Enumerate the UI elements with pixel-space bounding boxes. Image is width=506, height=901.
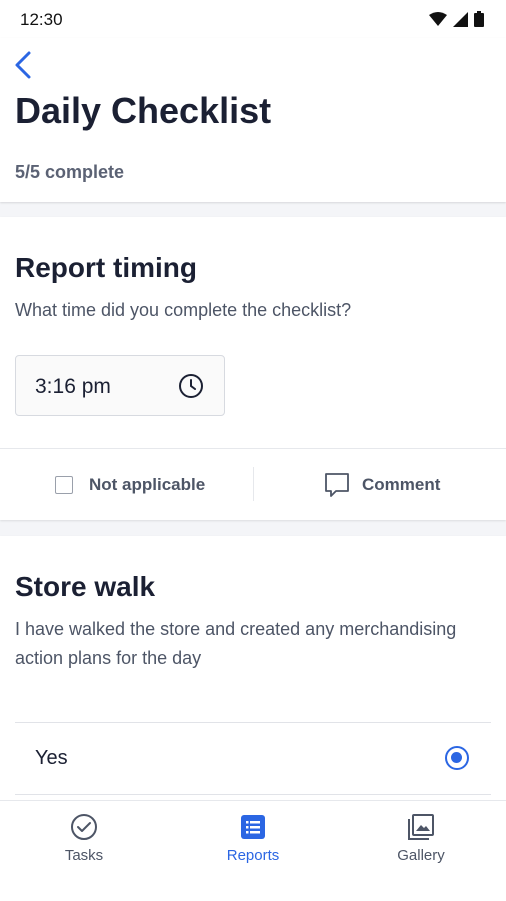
- option-yes[interactable]: Yes: [15, 722, 491, 795]
- clock-icon: [179, 374, 203, 398]
- status-icons: [429, 11, 484, 27]
- gallery-icon: [408, 814, 434, 840]
- time-input[interactable]: 3:16 pm: [15, 355, 225, 416]
- nav-reports-label: Reports: [226, 847, 280, 864]
- report-timing-card: Report timing What time did you complete…: [0, 217, 506, 520]
- battery-icon: [474, 11, 484, 27]
- store-walk-description: I have walked the store and created any …: [15, 619, 457, 668]
- radio-selected-icon: [445, 746, 469, 770]
- nav-reports[interactable]: Reports: [193, 813, 313, 864]
- progress-text: 5/5 complete: [15, 162, 125, 182]
- store-walk-title: Store walk: [15, 571, 156, 602]
- page-title: Daily Checklist: [15, 90, 272, 131]
- time-value: 3:16 pm: [35, 375, 111, 398]
- not-applicable-checkbox[interactable]: Not applicable: [55, 449, 205, 520]
- chevron-left-icon: [15, 51, 31, 79]
- not-applicable-label: Not applicable: [89, 474, 206, 494]
- action-separator: [253, 467, 254, 501]
- status-time: 12:30: [20, 10, 63, 29]
- report-timing-title: Report timing: [15, 252, 197, 283]
- wifi-icon: [429, 11, 447, 26]
- item-actions: Not applicable Comment: [0, 449, 506, 520]
- nav-gallery-label: Gallery: [397, 847, 445, 864]
- back-button[interactable]: [12, 50, 36, 80]
- check-circle-icon: [71, 814, 97, 840]
- signal-icon: [453, 11, 468, 27]
- nav-tasks[interactable]: Tasks: [24, 813, 144, 864]
- page-header: Daily Checklist 5/5 complete: [0, 38, 506, 202]
- comment-button[interactable]: Comment: [324, 449, 440, 520]
- status-bar: 12:30: [0, 0, 506, 38]
- nav-gallery[interactable]: Gallery: [361, 813, 481, 864]
- comment-icon: [325, 472, 349, 497]
- bottom-nav: Tasks Reports Gallery: [0, 800, 506, 901]
- checkbox-icon: [55, 475, 73, 494]
- nav-tasks-label: Tasks: [64, 847, 104, 864]
- comment-label: Comment: [362, 474, 441, 494]
- store-walk-card: Store walk I have walked the store and c…: [0, 536, 506, 800]
- report-timing-question: What time did you complete the checklist…: [15, 300, 352, 320]
- list-icon: [241, 815, 265, 839]
- option-label: Yes: [35, 747, 68, 769]
